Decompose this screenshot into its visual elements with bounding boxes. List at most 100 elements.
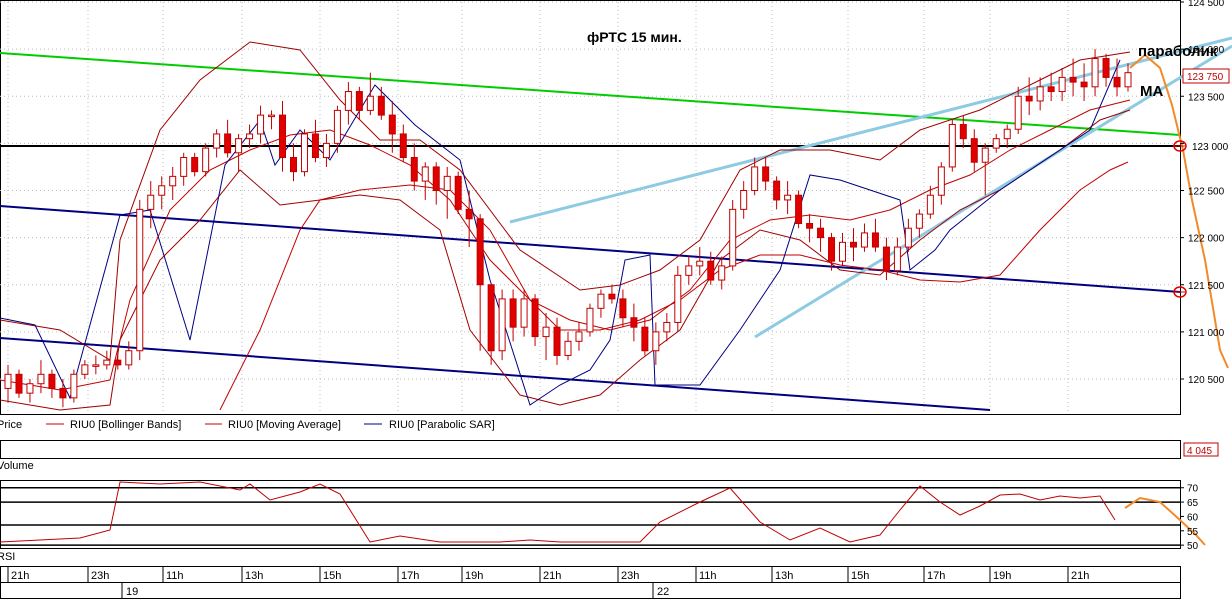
candle-body-2 bbox=[26, 383, 34, 394]
candle-body-101 bbox=[1113, 76, 1121, 88]
candle-body-34 bbox=[377, 95, 385, 116]
candle-body-25 bbox=[279, 114, 287, 159]
rsi-axis: 70 65 60 55 50 bbox=[1180, 484, 1199, 552]
candle-body-68 bbox=[751, 166, 759, 192]
candle-body-80 bbox=[882, 246, 890, 272]
candle-body-97 bbox=[1069, 76, 1077, 83]
candle-body-65 bbox=[718, 265, 726, 281]
candle-body-64 bbox=[707, 260, 715, 281]
candle-body-23 bbox=[257, 114, 265, 135]
candle-body-46 bbox=[509, 298, 517, 328]
candle-body-53 bbox=[586, 307, 594, 333]
time-tick-label-0: 21h bbox=[11, 570, 29, 582]
candle-body-67 bbox=[740, 190, 748, 210]
time-tick-label-13: 19h bbox=[993, 570, 1011, 582]
candle-body-79 bbox=[871, 232, 879, 248]
candle-body-5 bbox=[59, 387, 67, 399]
price-tick-label-2: 123 500 bbox=[1188, 92, 1225, 103]
rsi-tick-label-1: 65 bbox=[1187, 498, 1199, 509]
time-tick-label-14: 21h bbox=[1071, 570, 1089, 582]
candle-body-83 bbox=[915, 213, 923, 229]
candle-body-17 bbox=[191, 157, 199, 173]
candle-body-82 bbox=[904, 227, 912, 248]
candle-body-41 bbox=[454, 175, 462, 210]
time-tick-label-2: 11h bbox=[166, 570, 184, 582]
candle-body-40 bbox=[443, 175, 451, 192]
candle-body-47 bbox=[520, 298, 528, 328]
time-tick-label-1: 23h bbox=[91, 570, 109, 582]
time-tick-label-9: 11h bbox=[699, 570, 717, 582]
candle-body-85 bbox=[937, 166, 945, 196]
time-tick-label-4: 15h bbox=[323, 570, 341, 582]
time-tick-label-8: 23h bbox=[621, 570, 639, 582]
date-tick-label-1: 22 bbox=[657, 586, 669, 598]
rsi-label: RSI bbox=[0, 551, 15, 563]
rsi-tick-label-0: 70 bbox=[1187, 484, 1199, 495]
candle-body-42 bbox=[465, 208, 473, 220]
candle-body-63 bbox=[696, 260, 704, 267]
rsi-tick-label-2: 60 bbox=[1187, 512, 1199, 523]
candle-body-16 bbox=[180, 157, 188, 177]
candle-body-48 bbox=[531, 298, 539, 338]
legend-ma-label: RIU0 [Moving Average] bbox=[228, 419, 341, 431]
candle-body-57 bbox=[630, 317, 638, 328]
candle-body-19 bbox=[213, 133, 221, 149]
time-tick-label-6: 19h bbox=[465, 570, 483, 582]
candle-body-75 bbox=[828, 237, 836, 262]
legend-price-label: Price bbox=[0, 419, 22, 431]
candle-body-55 bbox=[608, 293, 616, 300]
candle-body-38 bbox=[421, 166, 429, 182]
candle-body-93 bbox=[1025, 95, 1033, 102]
rsi-tick-label-3: 55 bbox=[1187, 527, 1199, 538]
candle-body-87 bbox=[959, 124, 967, 140]
date-tick-label-0: 19 bbox=[126, 586, 138, 598]
candle-body-20 bbox=[224, 133, 232, 154]
candle-body-22 bbox=[246, 133, 254, 140]
candle-body-69 bbox=[762, 166, 770, 182]
time-tick-label-7: 21h bbox=[543, 570, 561, 582]
price-tick-label-8: 120 500 bbox=[1188, 375, 1225, 386]
candle-body-66 bbox=[729, 208, 737, 267]
candle-body-29 bbox=[322, 142, 330, 159]
legend-bollinger-label: RIU0 [Bollinger Bands] bbox=[70, 419, 181, 431]
rsi-tick-label-4: 50 bbox=[1187, 541, 1199, 552]
candle-body-6 bbox=[70, 373, 78, 399]
candle-body-76 bbox=[839, 241, 847, 262]
candle-body-39 bbox=[432, 166, 440, 192]
candle-body-32 bbox=[355, 91, 363, 111]
volume-label: Volume bbox=[0, 460, 34, 472]
candle-body-73 bbox=[806, 222, 814, 229]
candle-body-90 bbox=[992, 138, 1000, 149]
candle-body-27 bbox=[300, 133, 308, 173]
candle-body-10 bbox=[114, 359, 122, 366]
candle-body-12 bbox=[136, 208, 144, 352]
candle-body-18 bbox=[202, 147, 210, 173]
candle-body-45 bbox=[498, 298, 506, 352]
candle-body-13 bbox=[147, 194, 155, 210]
price-tick-label-4: 122 500 bbox=[1188, 187, 1225, 198]
candle-body-8 bbox=[92, 364, 100, 367]
candle-body-36 bbox=[399, 133, 407, 159]
price-tick-label-5: 122 000 bbox=[1188, 234, 1225, 245]
candle-body-78 bbox=[860, 232, 868, 248]
price-tick-label-0: 124 500 bbox=[1188, 0, 1225, 9]
time-tick-label-11: 15h bbox=[851, 570, 869, 582]
candle-body-43 bbox=[476, 218, 484, 286]
time-tick-label-12: 17h bbox=[927, 570, 945, 582]
candle-body-86 bbox=[948, 124, 956, 168]
candle-body-51 bbox=[564, 340, 572, 356]
candle-body-72 bbox=[795, 194, 803, 224]
volume-value-label: 4 045 bbox=[1187, 446, 1212, 457]
candle-body-100 bbox=[1102, 58, 1110, 78]
candle-body-31 bbox=[344, 91, 352, 111]
candle-body-7 bbox=[81, 364, 89, 375]
candle-body-95 bbox=[1047, 86, 1055, 93]
candle-body-89 bbox=[981, 147, 989, 163]
chart-title: фРТС 15 мин. bbox=[587, 29, 682, 45]
candle-body-102 bbox=[1124, 72, 1132, 88]
candle-body-61 bbox=[674, 274, 682, 323]
candle-body-81 bbox=[893, 246, 901, 272]
candle-body-71 bbox=[784, 194, 792, 201]
candle-body-30 bbox=[333, 109, 341, 144]
candle-body-94 bbox=[1036, 86, 1044, 102]
